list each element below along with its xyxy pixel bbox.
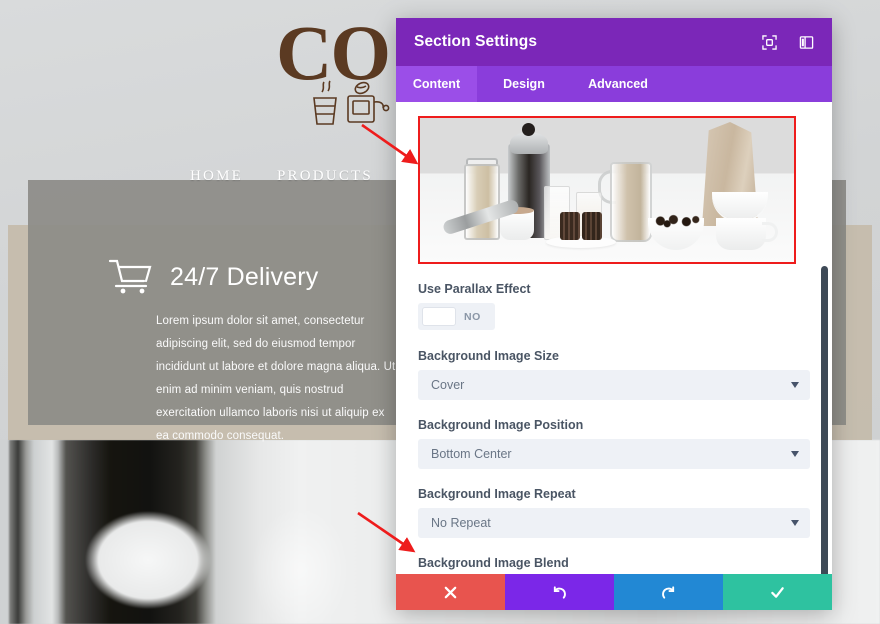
fullscreen-icon[interactable]	[762, 34, 777, 50]
section-settings-modal: Section Settings Content Design Advanced…	[396, 18, 832, 610]
check-icon	[771, 586, 784, 598]
nav-item-products[interactable]: PRODUCTS	[277, 168, 373, 185]
save-button[interactable]	[723, 574, 832, 610]
feature-heading-row: 24/7 Delivery	[108, 258, 408, 296]
preview-cake-right	[582, 212, 602, 240]
close-icon	[444, 586, 457, 598]
field-background-image-position: Background Image Position Bottom Center	[418, 418, 810, 469]
field-background-image-blend: Background Image Blend Multiply	[418, 556, 810, 574]
feature-block-delivery: 24/7 Delivery Lorem ipsum dolor sit amet…	[108, 258, 408, 448]
undo-button[interactable]	[505, 574, 614, 610]
label-background-image-size: Background Image Size	[418, 349, 560, 363]
select-background-image-position[interactable]: Bottom Center	[418, 439, 810, 469]
modal-header: Section Settings	[396, 18, 832, 66]
preview-plate	[546, 236, 616, 248]
preview-coffee-beans	[650, 214, 702, 228]
modal-tabs[interactable]: Content Design Advanced	[396, 66, 832, 102]
undo-icon	[553, 585, 566, 599]
preview-cake-left	[560, 212, 580, 240]
feature-body-text: Lorem ipsum dolor sit amet, consectetur …	[156, 315, 396, 442]
select-value-background-image-repeat: No Repeat	[431, 516, 491, 530]
redo-button[interactable]	[614, 574, 723, 610]
chevron-down-icon	[791, 382, 799, 388]
chevron-down-icon	[791, 451, 799, 457]
toggle-use-parallax-effect[interactable]: NO	[418, 303, 495, 330]
cancel-button[interactable]	[396, 574, 505, 610]
screenshot-root: CO HOME PRODUCTS MENU	[0, 0, 880, 624]
background-image-preview[interactable]	[418, 116, 796, 264]
tab-design[interactable]: Design	[477, 66, 571, 102]
preview-large-cup	[716, 218, 766, 250]
field-background-image-repeat: Background Image Repeat No Repeat	[418, 487, 810, 538]
select-value-background-image-size: Cover	[431, 378, 465, 392]
modal-body: Use Parallax Effect NO Background Image …	[396, 102, 832, 574]
tab-content[interactable]: Content	[396, 66, 477, 102]
modal-footer	[396, 574, 832, 610]
select-value-background-image-position: Bottom Center	[431, 447, 512, 461]
field-use-parallax-effect: Use Parallax Effect NO	[418, 282, 810, 331]
feature-title: 24/7 Delivery	[170, 262, 319, 291]
modal-header-actions	[762, 34, 814, 50]
preview-carafe	[610, 162, 652, 242]
field-background-image-size: Background Image Size Cover	[418, 349, 810, 400]
redo-icon	[662, 585, 675, 599]
select-background-image-repeat[interactable]: No Repeat	[418, 508, 810, 538]
preview-cup-handle	[762, 222, 778, 242]
chevron-down-icon	[791, 520, 799, 526]
modal-title: Section Settings	[414, 33, 538, 50]
preview-grain-jar	[464, 164, 500, 240]
toggle-knob[interactable]	[422, 307, 456, 326]
label-background-image-position: Background Image Position	[418, 418, 584, 432]
panel-layout-icon[interactable]	[799, 35, 814, 50]
preview-press-knob	[522, 123, 535, 136]
modal-scrollbar[interactable]	[821, 266, 828, 574]
shopping-cart-icon	[108, 259, 152, 294]
label-background-image-repeat: Background Image Repeat	[418, 487, 576, 501]
label-background-image-blend: Background Image Blend	[418, 556, 569, 570]
label-use-parallax-effect: Use Parallax Effect	[418, 282, 531, 296]
nav-item-home[interactable]: HOME	[190, 168, 243, 185]
select-background-image-size[interactable]: Cover	[418, 370, 810, 400]
toggle-value: NO	[464, 310, 481, 323]
tab-advanced[interactable]: Advanced	[571, 66, 665, 102]
